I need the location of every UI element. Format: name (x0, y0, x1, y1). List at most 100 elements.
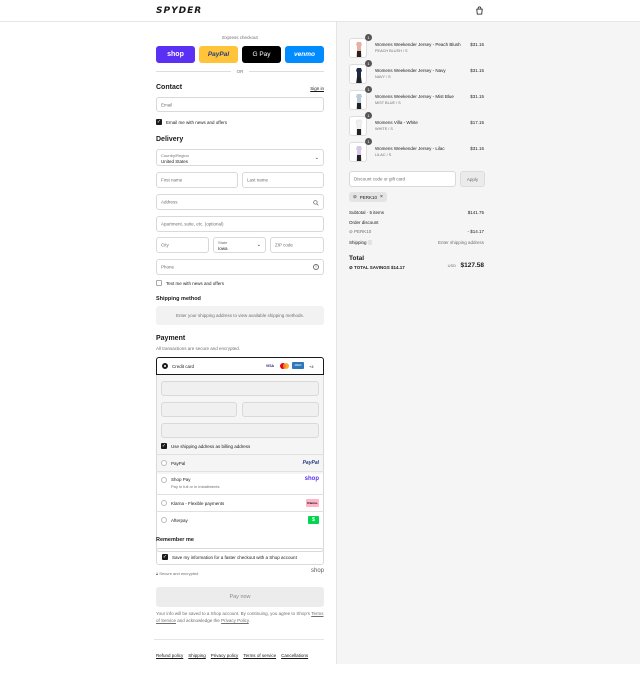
paypal-button[interactable]: PayPal (199, 46, 238, 63)
name-on-card-field[interactable] (161, 423, 319, 438)
expiration-field[interactable] (161, 402, 237, 417)
city-field[interactable]: City (156, 237, 209, 253)
item-price: $31.15 (470, 42, 484, 47)
item-name: Womens Weekender Jersey - Peach Blush (375, 42, 461, 47)
quantity-badge: 1 (365, 34, 372, 41)
item-price: $31.15 (470, 146, 484, 151)
total-savings: ⊘ TOTAL SAVINGS $14.17 (349, 265, 405, 270)
paypal-option[interactable]: PayPal PayPal (156, 454, 324, 471)
quantity-badge: 1 (365, 138, 372, 145)
shop-pay-logo: shop (304, 476, 319, 482)
total-label: Total (349, 255, 365, 262)
privacy-policy-footer-link[interactable]: Privacy policy (211, 653, 239, 658)
product-thumbnail (349, 142, 367, 162)
afterpay-option[interactable]: Afterpay $ (156, 511, 324, 528)
divider (249, 71, 324, 72)
subtotal-row: Subtotal · 5 items $141.75 (349, 210, 484, 215)
privacy-policy-link[interactable]: Privacy Policy (221, 618, 249, 623)
afterpay-logo: $ (308, 516, 319, 524)
google-pay-button[interactable]: G Pay (242, 46, 281, 63)
shop-logo: shop (310, 568, 324, 574)
billing-label: Use shipping address as billing address (171, 443, 251, 449)
tag-icon: ⊘ (353, 194, 357, 199)
quantity-badge: 1 (365, 60, 372, 67)
shop-pay-option[interactable]: Shop Pay Pay in full or in installments … (156, 471, 324, 494)
card-number-field[interactable] (161, 381, 319, 396)
brand-logo[interactable]: SPYDER (156, 6, 202, 16)
order-summary-panel (336, 22, 640, 664)
item-name: Womens Weekender Jersey - Lilac (375, 146, 445, 151)
chevron-down-icon: ⌄ (256, 242, 261, 248)
first-name-field[interactable]: First name (156, 172, 238, 188)
last-name-field[interactable]: Last name (242, 172, 324, 188)
product-thumbnail (349, 38, 367, 58)
product-thumbnail (349, 64, 367, 84)
or-divider-label: OR (236, 69, 244, 74)
apartment-field[interactable]: Apartment, suite, etc. (optional) (156, 216, 324, 232)
news-checkbox[interactable]: ✓ (156, 119, 162, 125)
footer-links: Refund policy Shipping Privacy policy Terms… (156, 644, 313, 662)
sign-in-link[interactable]: Sign in (310, 86, 324, 91)
payment-heading: Payment (156, 335, 186, 342)
terms-of-service-footer-link[interactable]: Terms of service (243, 653, 276, 658)
item-name: Womens Weekender Jersey - Navy (375, 68, 446, 73)
header: SPYDER (0, 0, 640, 22)
item-price: $31.15 (470, 68, 484, 73)
search-icon (313, 200, 319, 206)
credit-card-radio[interactable] (162, 363, 168, 369)
country-select[interactable]: Country/Region United States ⌄ (156, 149, 324, 166)
state-select[interactable]: State Iowa ⌄ (213, 237, 266, 253)
billing-checkbox[interactable]: ✓ (161, 443, 167, 449)
mastercard-icon (279, 363, 289, 369)
secure-label: 🔒︎ Secure and encrypted (156, 571, 199, 576)
item-price: $31.15 (470, 94, 484, 99)
product-thumbnail (349, 116, 367, 136)
venmo-button[interactable]: venmo (285, 46, 324, 63)
shipping-method-heading: Shipping method (156, 296, 201, 302)
zip-field[interactable]: ZIP code (270, 237, 324, 253)
remember-checkbox[interactable]: ✓ (162, 554, 168, 560)
discount-code-field[interactable]: Discount code or gift card (349, 171, 456, 187)
phone-field[interactable]: Phone ? (156, 259, 324, 275)
item-variant: MIST BLUE / S (375, 101, 401, 105)
remember-me-box: ✓ Save my information for a faster check… (156, 548, 324, 565)
klarna-option[interactable]: Klarna - Flexible payments Klarna. (156, 494, 324, 511)
product-thumbnail (349, 90, 367, 110)
apply-button[interactable]: Apply (460, 171, 485, 187)
shop-disclaimer: Your info will be saved to a Shop accoun… (156, 611, 324, 623)
refund-policy-link[interactable]: Refund policy (156, 653, 183, 658)
shipping-link[interactable]: Shipping (188, 653, 206, 658)
item-name: Womens Villa - White (375, 120, 418, 125)
text-checkbox[interactable] (156, 280, 162, 286)
remove-discount-icon[interactable]: × (380, 194, 383, 200)
pay-now-button[interactable]: Pay now (156, 587, 324, 607)
item-name: Womens Weekender Jersey - Mist Blue (375, 94, 454, 99)
discount-tag: ⊘ PERK10 × (349, 192, 387, 202)
credit-card-option[interactable]: Credit card VISA AMEX +4 (156, 357, 324, 375)
shop-pay-button[interactable]: shop (156, 46, 195, 63)
address-field[interactable]: Address (156, 194, 324, 210)
help-icon[interactable]: ⓘ (368, 240, 373, 245)
remember-me-heading: Remember me (156, 537, 194, 543)
delivery-heading: Delivery (156, 136, 184, 143)
item-variant: NAVY / S (375, 75, 391, 79)
contact-heading: Contact (156, 84, 183, 91)
help-icon[interactable]: ? (313, 264, 319, 270)
item-variant: WHITE / S (375, 127, 393, 131)
item-variant: LILAC / S (375, 153, 392, 157)
email-field[interactable]: Email (156, 97, 324, 112)
divider (156, 71, 231, 72)
cancellations-link[interactable]: Cancellations (281, 653, 308, 658)
klarna-logo: Klarna. (306, 499, 319, 507)
paypal-logo: PayPal (302, 460, 319, 466)
divider (154, 639, 324, 640)
express-checkout-label: Express checkout (222, 35, 258, 40)
shipping-row: Shipping ⓘ Enter shipping address (349, 240, 484, 245)
shipping-notice: Enter your shipping address to view avai… (156, 306, 324, 325)
item-price: $17.15 (470, 120, 484, 125)
item-variant: PEACH BLUSH / S (375, 49, 408, 53)
security-code-field[interactable] (242, 402, 319, 417)
amex-icon: AMEX (292, 362, 304, 369)
bag-icon[interactable] (475, 6, 484, 15)
lock-icon: 🔒︎ (156, 571, 159, 576)
